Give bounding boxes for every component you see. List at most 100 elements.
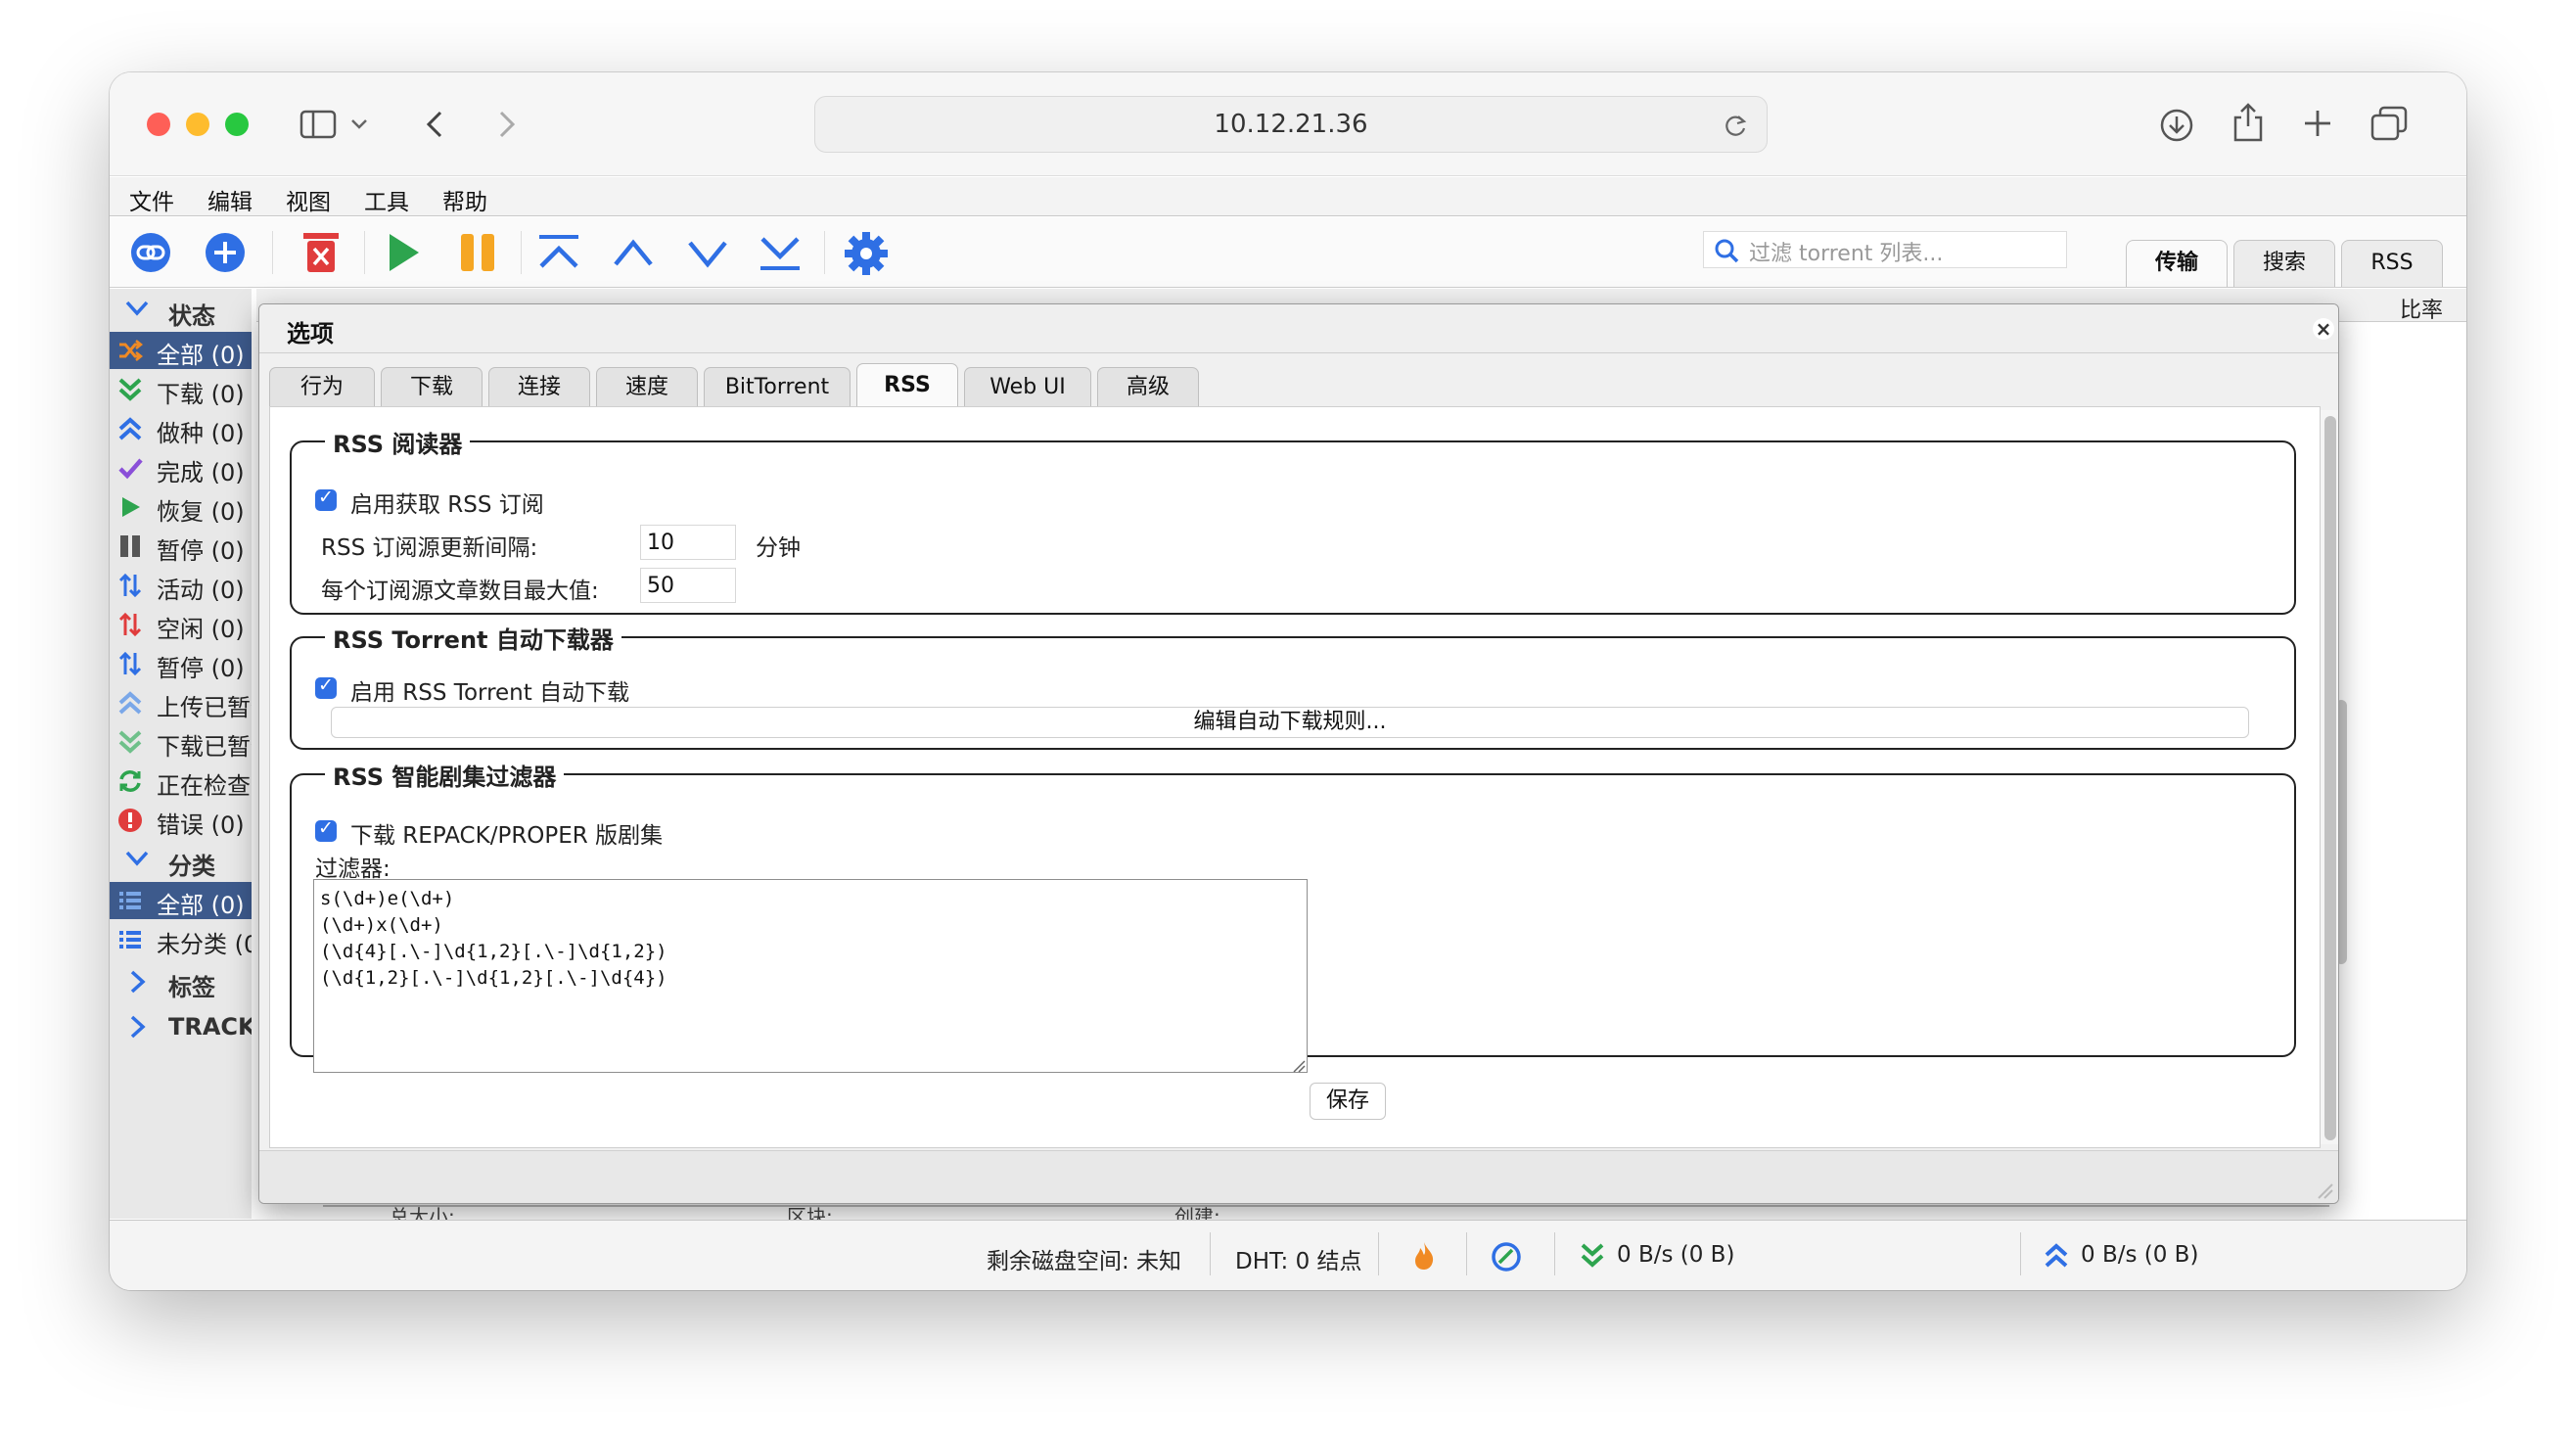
status-stalled[interactable]: 暂停 (0): [110, 645, 252, 682]
menu-view[interactable]: 视图: [286, 183, 331, 216]
max-articles-label: 每个订阅源文章数目最大值:: [321, 579, 599, 604]
tags-header[interactable]: 标签: [110, 964, 252, 1001]
category-uncategorized[interactable]: 未分类 (0): [110, 921, 252, 958]
status-all[interactable]: 全部 (0): [110, 332, 252, 369]
status-stalled-uploading[interactable]: 上传已暂停 (0): [110, 684, 252, 721]
double-chevron-down-icon: [118, 730, 142, 754]
tab-bittorrent[interactable]: BitTorrent: [704, 367, 851, 406]
upload-speed[interactable]: 0 B/s (0 B): [2081, 1242, 2198, 1268]
save-button[interactable]: 保存: [1310, 1083, 1386, 1120]
add-torrent-icon[interactable]: [204, 231, 247, 274]
episode-filters-textarea[interactable]: s(\d+)e(\d+) (\d+)x(\d+) (\d{4}[.\-]\d{1…: [313, 879, 1308, 1073]
move-bottom-icon[interactable]: [758, 231, 803, 274]
options-gear-icon[interactable]: [844, 231, 889, 276]
status-completed[interactable]: 完成 (0): [110, 449, 252, 486]
status-resumed[interactable]: 恢复 (0): [110, 488, 252, 526]
options-tabs: 行为 下载 连接 速度 BitTorrent RSS Web UI 高级: [259, 359, 2338, 406]
resume-icon[interactable]: [384, 231, 423, 274]
move-top-icon[interactable]: [536, 231, 581, 274]
tab-rss[interactable]: RSS: [856, 363, 958, 406]
trackers-header[interactable]: TRACKER: [110, 1009, 252, 1046]
connection-status-icon[interactable]: [1492, 1242, 1521, 1272]
new-tab-icon[interactable]: [2302, 108, 2333, 139]
double-chevron-up-icon: [118, 417, 142, 440]
repack-proper-checkbox[interactable]: [315, 817, 337, 842]
resize-grip-icon[interactable]: [2315, 1180, 2334, 1200]
delete-icon[interactable]: [301, 231, 341, 274]
edit-autodownload-rules-button[interactable]: 编辑自动下载规则...: [331, 707, 2249, 738]
reload-icon[interactable]: [1725, 114, 1748, 137]
dialog-close-button[interactable]: ×: [2313, 318, 2334, 340]
refresh-interval-input[interactable]: 10: [640, 525, 736, 560]
status-errored[interactable]: 错误 (0): [110, 802, 252, 839]
tab-connection[interactable]: 连接: [488, 367, 590, 406]
search-icon: [1715, 239, 1739, 263]
episode-filter-legend: RSS 智能剧集过滤器: [325, 758, 565, 792]
move-down-icon[interactable]: [685, 231, 730, 274]
tab-transfers[interactable]: 传输: [2126, 240, 2228, 287]
pause-icon[interactable]: [458, 231, 497, 274]
app-menubar: 文件 编辑 视图 工具 帮助: [110, 177, 2466, 216]
tab-downloads[interactable]: 下载: [381, 367, 483, 406]
category-header[interactable]: 分类: [110, 843, 252, 880]
tab-speed[interactable]: 速度: [596, 367, 698, 406]
check-icon: [118, 458, 143, 480]
close-window-button[interactable]: [147, 113, 170, 136]
minimize-window-button[interactable]: [186, 113, 209, 136]
autodownloader-legend: RSS Torrent 自动下载器: [325, 621, 621, 655]
menu-edit[interactable]: 编辑: [207, 183, 253, 216]
sidebar-toggle-icon[interactable]: [299, 110, 337, 139]
play-icon: [122, 497, 140, 517]
max-articles-input[interactable]: 50: [640, 568, 736, 603]
tab-search[interactable]: 搜索: [2233, 240, 2335, 287]
filter-placeholder: 过滤 torrent 列表...: [1749, 242, 1944, 266]
zoom-window-button[interactable]: [225, 113, 249, 136]
menu-tools[interactable]: 工具: [364, 183, 409, 216]
enable-autodownload-label: 启用 RSS Torrent 自动下载: [350, 680, 630, 706]
download-speed[interactable]: 0 B/s (0 B): [1617, 1242, 1734, 1268]
tab-webui[interactable]: Web UI: [964, 367, 1091, 406]
filters-label: 过滤器:: [315, 856, 391, 882]
dialog-scroll-thumb[interactable]: [2324, 416, 2336, 1140]
enable-autodownload-checkbox[interactable]: [315, 674, 337, 699]
rss-autodownloader-group: RSS Torrent 自动下载器 启用 RSS Torrent 自动下载 编辑…: [290, 621, 2296, 750]
dialog-scrollbar[interactable]: [2321, 410, 2338, 1144]
status-active[interactable]: 活动 (0): [110, 567, 252, 604]
options-dialog: 选项 × 行为 下载 连接 速度 BitTorrent RSS Web UI 高…: [258, 303, 2339, 1204]
resize-grip-icon[interactable]: [1292, 1059, 1306, 1073]
address-bar[interactable]: 10.12.21.36: [814, 96, 1768, 153]
status-downloading[interactable]: 下载 (0): [110, 371, 252, 408]
tab-advanced[interactable]: 高级: [1097, 367, 1199, 406]
menu-file[interactable]: 文件: [129, 183, 174, 216]
dialog-titlebar[interactable]: 选项 ×: [259, 304, 2338, 353]
column-ratio[interactable]: 比率: [2400, 293, 2443, 324]
category-all[interactable]: 全部 (0): [110, 882, 252, 919]
forward-icon[interactable]: [497, 110, 517, 139]
back-icon[interactable]: [425, 110, 444, 139]
status-checking[interactable]: 正在检查 (0): [110, 763, 252, 800]
status-inactive[interactable]: 空闲 (0): [110, 606, 252, 643]
dialog-bottom-bar: [259, 1150, 2338, 1203]
status-paused[interactable]: 暂停 (0): [110, 528, 252, 565]
double-chevron-up-icon: [118, 691, 142, 715]
share-icon[interactable]: [2231, 102, 2265, 143]
status-seeding[interactable]: 做种 (0): [110, 410, 252, 447]
move-up-icon[interactable]: [611, 231, 656, 274]
tab-rss[interactable]: RSS: [2341, 240, 2443, 287]
status-stalled-downloading[interactable]: 下载已暂停 (0): [110, 723, 252, 761]
address-text: 10.12.21.36: [1214, 110, 1368, 139]
smart-episode-filter-group: RSS 智能剧集过滤器 下载 REPACK/PROPER 版剧集 过滤器: s(…: [290, 758, 2296, 1073]
status-header[interactable]: 状态: [110, 293, 252, 330]
browser-titlebar: 10.12.21.36: [110, 72, 2466, 176]
enable-rss-checkbox[interactable]: [315, 486, 337, 511]
download-icon[interactable]: [2159, 108, 2194, 143]
add-link-icon[interactable]: [129, 231, 172, 274]
menu-help[interactable]: 帮助: [442, 183, 487, 216]
torrent-filter-input[interactable]: 过滤 torrent 列表...: [1703, 231, 2067, 268]
updown-arrows-icon: [118, 573, 142, 598]
tab-overview-icon[interactable]: [2370, 106, 2408, 141]
flame-icon[interactable]: [1411, 1240, 1437, 1272]
filter-sidebar: 状态 全部 (0) 下载 (0) 做种 (0) 完成 (0) 恢复 (0) 暂停…: [110, 289, 252, 1219]
tab-behavior[interactable]: 行为: [269, 367, 375, 406]
chevron-down-icon[interactable]: [350, 117, 368, 131]
